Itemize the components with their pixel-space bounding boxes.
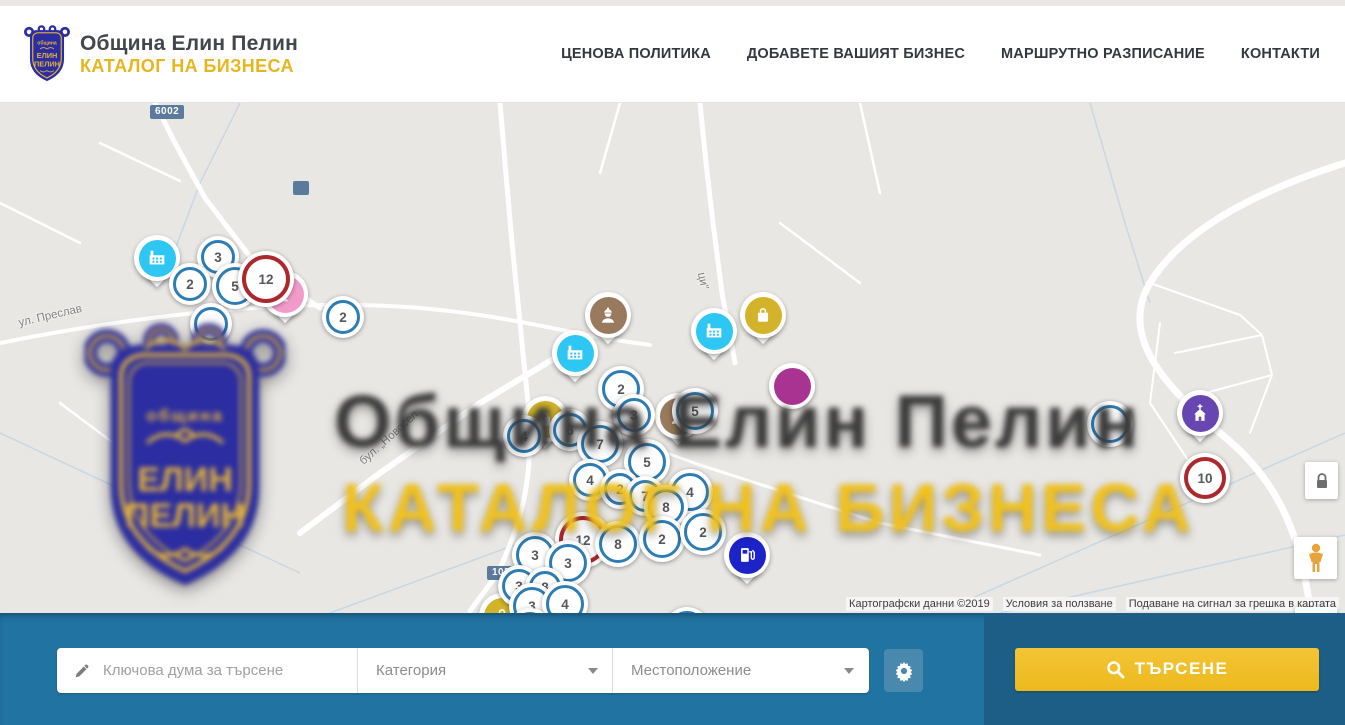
nav-pricing-policy[interactable]: ЦЕНОВА ПОЛИТИКА (561, 46, 711, 62)
nav-route-schedule[interactable]: МАРШРУТНО РАЗПИСАНИЕ (1001, 46, 1205, 62)
main-nav: ЦЕНОВА ПОЛИТИКА ДОБАВЕТЕ ВАШИЯТ БИЗНЕС М… (561, 46, 1320, 62)
site-title: Община Елин Пелин (80, 32, 298, 56)
map-lock-button[interactable] (1305, 462, 1338, 499)
gear-icon (893, 660, 915, 682)
map-cluster-marker[interactable]: 3 (613, 394, 655, 436)
site-header: община ЕЛИН ПЕЛИН Община Елин Пелин КАТА… (0, 6, 1345, 103)
map-canvas[interactable]: 6002105 ул. Преславбул. „Новоселци" 3251… (0, 103, 1345, 613)
map-data-copyright: Картографски данни ©2019 (846, 597, 993, 611)
map-cluster-marker[interactable]: 8 (595, 521, 641, 567)
site-logo[interactable]: община ЕЛИН ПЕЛИН Община Елин Пелин КАТА… (24, 25, 298, 83)
map-cluster-marker[interactable] (190, 303, 232, 345)
site-subtitle: КАТАЛОГ НА БИЗНЕСА (80, 56, 298, 77)
search-bar: Категория Местоположение ТЪРСЕНЕ (0, 613, 1345, 725)
municipality-crest-logo: община ЕЛИН ПЕЛИН (24, 25, 70, 83)
map-cluster-marker[interactable] (1087, 401, 1133, 447)
map-cluster-marker[interactable]: 4 (503, 415, 545, 457)
keyword-segment (57, 648, 358, 693)
category-select[interactable]: Категория (358, 648, 613, 693)
map-cluster-marker[interactable]: 5 (664, 607, 710, 613)
location-select-label: Местоположение (631, 662, 751, 679)
search-submit-label: ТЪРСЕНЕ (1135, 659, 1229, 679)
map-zoom-control: + − (1295, 607, 1337, 613)
map-cluster-marker[interactable]: 10 (1180, 453, 1230, 503)
map-pin-church[interactable] (1177, 390, 1223, 450)
pegman-icon (1305, 543, 1327, 573)
map-markers: 32512223564754274812822333834510 (0, 103, 1345, 613)
map-attribution: Картографски данни ©2019 Условия за полз… (846, 597, 1339, 611)
map-pin-worker[interactable] (585, 292, 631, 352)
map-pin-fuel[interactable] (724, 532, 770, 592)
chevron-down-icon (588, 668, 598, 674)
map-cluster-marker[interactable]: 2 (639, 516, 685, 562)
svg-text:община: община (37, 39, 57, 46)
search-bar-left: Категория Местоположение (0, 613, 984, 725)
map-pin-factory[interactable] (691, 308, 737, 368)
search-bar-right: ТЪРСЕНЕ (984, 613, 1345, 725)
map-pin-plain[interactable] (769, 363, 815, 423)
lock-icon (1314, 472, 1330, 490)
terms-of-use-link[interactable]: Условия за ползване (1003, 597, 1116, 611)
chevron-down-icon (844, 668, 854, 674)
map-cluster-marker[interactable]: 2 (680, 509, 726, 555)
pencil-icon (73, 662, 91, 680)
nav-add-your-business[interactable]: ДОБАВЕТЕ ВАШИЯТ БИЗНЕС (747, 46, 965, 62)
map-cluster-marker[interactable]: 2 (322, 296, 364, 338)
category-select-label: Категория (376, 662, 446, 679)
nav-contacts[interactable]: КОНТАКТИ (1241, 46, 1320, 62)
search-submit-button[interactable]: ТЪРСЕНЕ (1015, 648, 1319, 691)
map-pin-bag[interactable] (740, 292, 786, 352)
zoom-in-button[interactable]: + (1295, 607, 1337, 613)
street-view-pegman-button[interactable] (1294, 537, 1337, 579)
svg-text:ПЕЛИН: ПЕЛИН (34, 59, 60, 68)
keyword-search-input[interactable] (103, 662, 357, 679)
advanced-search-button[interactable] (884, 649, 923, 692)
map-cluster-marker[interactable]: 5 (672, 388, 718, 434)
search-input-group: Категория Местоположение (57, 648, 869, 693)
map-cluster-marker[interactable]: 4 (542, 581, 588, 613)
search-icon (1106, 660, 1125, 679)
map-cluster-marker[interactable]: 12 (238, 251, 294, 307)
svg-text:ЕЛИН: ЕЛИН (37, 51, 58, 60)
map-cluster-marker[interactable]: 2 (169, 263, 211, 305)
location-select[interactable]: Местоположение (613, 648, 868, 693)
